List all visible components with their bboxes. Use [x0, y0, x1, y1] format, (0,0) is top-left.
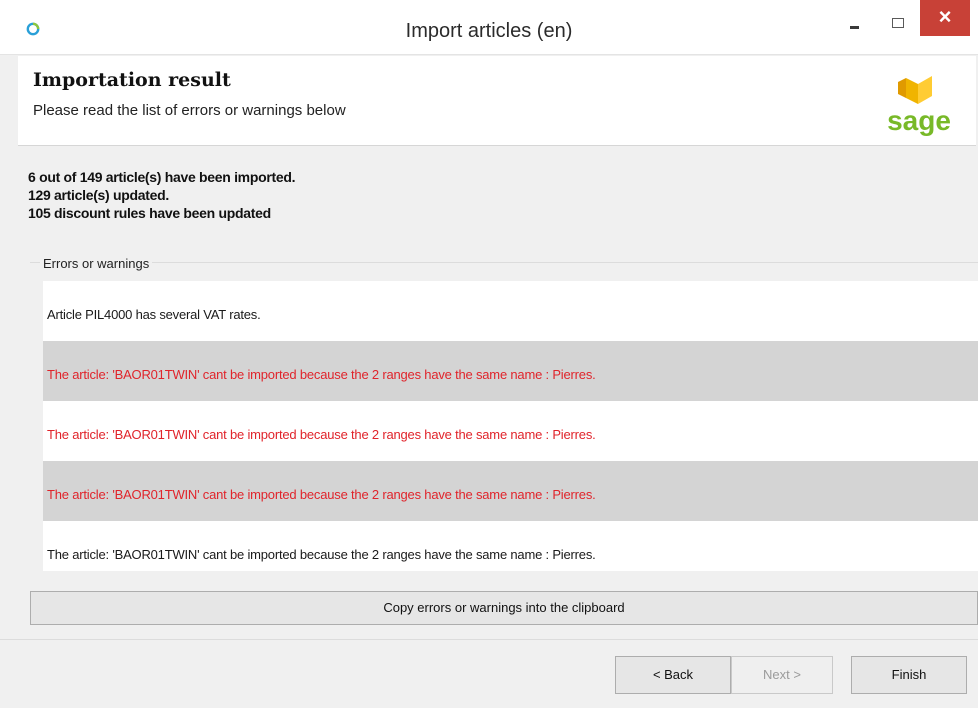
list-item-text: The article: 'BAOR01TWIN' cant be import…: [47, 367, 596, 382]
next-button[interactable]: Next >: [731, 656, 833, 694]
list-item-text: Article PIL4000 has several VAT rates.: [47, 307, 261, 322]
close-icon: ×: [938, 4, 952, 29]
finish-button[interactable]: Finish: [851, 656, 967, 694]
header-panel: Importation result Please read the list …: [18, 56, 976, 146]
close-button[interactable]: ×: [920, 0, 970, 36]
list-item[interactable]: The article: 'BAOR01TWIN' cant be import…: [43, 461, 978, 521]
sage-logo-text: sage: [887, 105, 951, 136]
window-title: Import articles (en): [405, 20, 573, 42]
sage-logo: sage: [887, 76, 951, 136]
errors-group-label: Errors or warnings: [40, 256, 153, 271]
list-item-text: The article: 'BAOR01TWIN' cant be import…: [47, 487, 596, 502]
errors-list[interactable]: Article PIL4000 has several VAT rates. T…: [43, 281, 978, 571]
page-subtitle: Please read the list of errors or warnin…: [33, 102, 346, 119]
page-title: Importation result: [33, 69, 231, 91]
maximize-button[interactable]: [880, 4, 916, 36]
title-bar: Import articles (en) ×: [0, 0, 978, 55]
list-item[interactable]: The article: 'BAOR01TWIN' cant be import…: [43, 341, 978, 401]
minimize-button[interactable]: [836, 4, 872, 36]
summary-discount-rules: 105 discount rules have been updated: [28, 205, 271, 221]
maximize-icon: [892, 18, 904, 28]
summary-updated: 129 article(s) updated.: [28, 187, 169, 203]
copy-to-clipboard-button[interactable]: Copy errors or warnings into the clipboa…: [30, 591, 978, 625]
list-item[interactable]: Article PIL4000 has several VAT rates.: [43, 281, 978, 341]
minimize-icon: [850, 26, 859, 29]
footer-divider: [0, 639, 978, 640]
import-summary: 6 out of 149 article(s) have been import…: [28, 168, 295, 222]
list-item-text: The article: 'BAOR01TWIN' cant be import…: [47, 547, 596, 562]
back-button[interactable]: < Back: [615, 656, 731, 694]
summary-imported: 6 out of 149 article(s) have been import…: [28, 169, 296, 185]
list-item-text: The article: 'BAOR01TWIN' cant be import…: [47, 427, 596, 442]
list-item[interactable]: The article: 'BAOR01TWIN' cant be import…: [43, 521, 978, 581]
list-item[interactable]: The article: 'BAOR01TWIN' cant be import…: [43, 401, 978, 461]
